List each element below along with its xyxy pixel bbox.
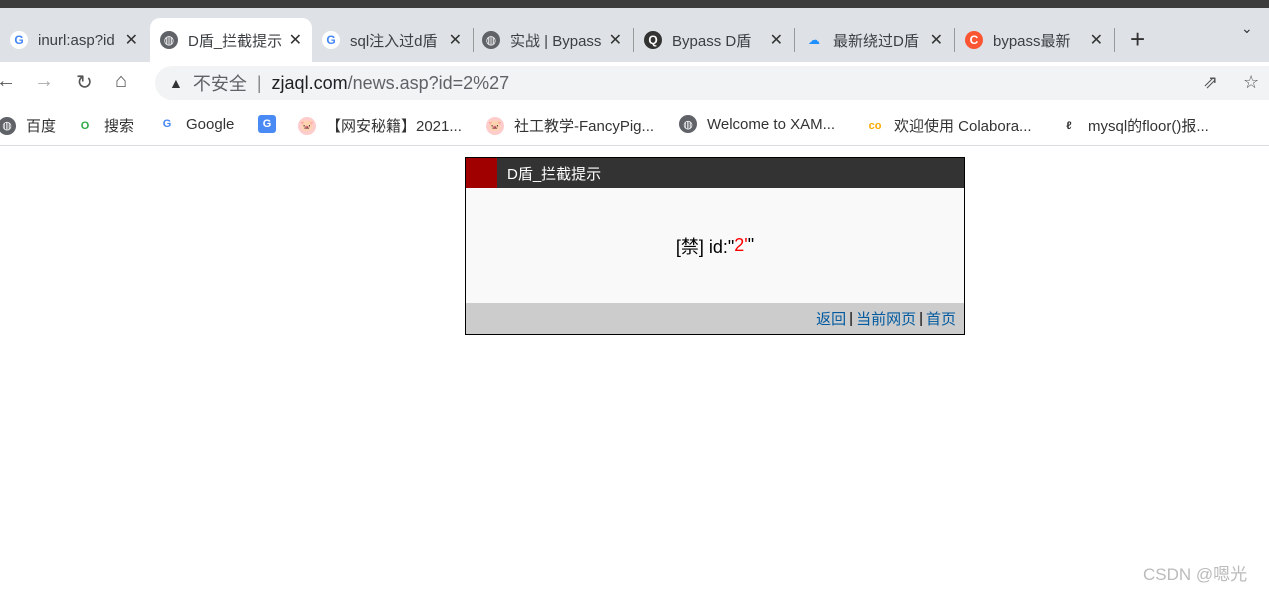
tab-divider bbox=[1114, 28, 1115, 52]
globe-icon: ◍ bbox=[0, 116, 16, 135]
bookmark-item[interactable]: ◍ 百度 bbox=[0, 115, 56, 136]
close-icon[interactable]: ✕ bbox=[770, 30, 783, 50]
pig-icon: 🐷 bbox=[298, 116, 316, 135]
close-icon[interactable]: ✕ bbox=[125, 30, 138, 50]
globe-icon: ◍ bbox=[160, 31, 178, 49]
tab-title: sql注入过d盾 bbox=[350, 32, 438, 50]
url-host: zjaql.com bbox=[271, 72, 348, 93]
close-icon[interactable]: ✕ bbox=[930, 30, 943, 50]
search-logo-icon: O bbox=[80, 119, 90, 132]
blocked-value: 2' bbox=[734, 235, 748, 255]
security-label[interactable]: 不安全 bbox=[193, 70, 247, 96]
tab[interactable]: Ginurl:asp?id ✕ bbox=[0, 18, 148, 62]
new-tab-button[interactable]: + bbox=[1130, 24, 1145, 55]
dialog-body: [禁] id:" 2' " bbox=[466, 188, 964, 303]
tab-title: bypass最新 bbox=[993, 32, 1071, 50]
close-icon[interactable]: ✕ bbox=[609, 30, 622, 50]
csdn-icon: C bbox=[965, 31, 983, 49]
tab-bar: + ⌄ Ginurl:asp?id ✕ ◍ D盾_拦截提示 ✕ Gsql注入过d盾 ✕ ◍ 实战… bbox=[0, 8, 1269, 62]
warning-icon[interactable]: ▲ bbox=[169, 75, 183, 91]
cloud-icon: ☁ bbox=[808, 33, 820, 47]
separator: | bbox=[849, 310, 854, 327]
tab[interactable]: Gsql注入过d盾 ✕ bbox=[312, 18, 472, 62]
bookmark-label: 【网安秘籍】2021... bbox=[326, 118, 462, 135]
star-icon[interactable]: ☆ bbox=[1243, 72, 1259, 93]
tab[interactable]: Cbypass最新 ✕ bbox=[955, 18, 1113, 62]
separator: | bbox=[919, 310, 923, 327]
back-link[interactable]: 返回 bbox=[816, 308, 846, 329]
tab-title: inurl:asp?id bbox=[38, 31, 115, 49]
share-icon[interactable]: ⇗ bbox=[1203, 72, 1218, 93]
close-icon[interactable]: ✕ bbox=[449, 30, 462, 50]
bookmark-item[interactable]: G bbox=[258, 115, 286, 133]
tab[interactable]: ◍ 实战 | Bypass ✕ bbox=[472, 18, 632, 62]
window-top-strip bbox=[0, 0, 1269, 8]
bookmark-item[interactable]: ◍ Welcome to XAM... bbox=[679, 115, 835, 133]
bookmark-label: 搜索 bbox=[104, 118, 135, 135]
back-icon[interactable]: ← bbox=[0, 70, 16, 93]
google-icon: G bbox=[158, 115, 176, 133]
pig-icon: 🐷 bbox=[486, 116, 504, 135]
message-suffix: " bbox=[747, 235, 755, 255]
block-dialog: D盾_拦截提示 [禁] id:" 2' " 返回 | 当前网页 | 首页 bbox=[465, 157, 965, 335]
reload-icon[interactable]: ↻ bbox=[76, 70, 93, 95]
bookmark-label: 欢迎使用 Colabora... bbox=[894, 118, 1032, 135]
url-path: /news.asp?id=2%27 bbox=[347, 72, 510, 93]
tab[interactable]: Q Bypass D盾 ✕ bbox=[634, 18, 793, 62]
bookmark-label: Welcome to XAM... bbox=[707, 115, 836, 133]
home-link[interactable]: 首页 bbox=[926, 308, 956, 329]
translate-icon: G bbox=[258, 115, 276, 133]
address-bar[interactable]: ▲ 不安全 | zjaql.com /news.asp?id=2%27 bbox=[155, 66, 1269, 100]
tab[interactable]: ◍ D盾_拦截提示 ✕ bbox=[150, 18, 312, 62]
watermark: CSDN @嗯光 bbox=[1143, 565, 1248, 584]
site-icon: Q bbox=[644, 31, 662, 49]
close-icon[interactable]: ✕ bbox=[1090, 30, 1103, 50]
google-icon: G bbox=[10, 31, 28, 49]
tab-title: D盾_拦截提示 bbox=[188, 32, 283, 50]
bookmark-item[interactable]: O 搜索 bbox=[76, 115, 134, 136]
message-prefix: [禁] id:" bbox=[675, 236, 735, 257]
dialog-title: D盾_拦截提示 bbox=[507, 165, 602, 183]
home-icon[interactable]: ⌂ bbox=[115, 70, 127, 93]
google-icon: G bbox=[322, 31, 340, 49]
dialog-header: D盾_拦截提示 bbox=[466, 158, 964, 188]
bookmark-item[interactable]: 🐷 【网安秘籍】2021... bbox=[298, 115, 462, 136]
forward-icon[interactable]: → bbox=[34, 70, 54, 93]
close-icon[interactable]: ✕ bbox=[289, 30, 302, 50]
tab-search-chevron-icon[interactable]: ⌄ bbox=[1241, 20, 1253, 37]
globe-icon: ◍ bbox=[482, 31, 500, 49]
bookmark-label: 百度 bbox=[26, 118, 57, 135]
bookmark-item[interactable]: G Google bbox=[158, 115, 234, 133]
bookmark-item[interactable]: ℓ mysql的floor()报... bbox=[1060, 115, 1209, 136]
colab-icon: co bbox=[868, 119, 882, 132]
bookmark-item[interactable]: 🐷 社工教学-FancyPig... bbox=[486, 115, 654, 136]
toolbar: ← → ↻ ⌂ ▲ 不安全 | zjaql.com /news.asp?id=2… bbox=[0, 62, 1269, 104]
accent-block bbox=[466, 158, 497, 188]
bookmark-label: Google bbox=[186, 115, 235, 133]
globe-icon: ◍ bbox=[679, 115, 697, 133]
tab-title: 最新绕过D盾 bbox=[833, 32, 919, 50]
current-page-link[interactable]: 当前网页 bbox=[856, 308, 916, 329]
bookmark-item[interactable]: co 欢迎使用 Colabora... bbox=[866, 115, 1032, 136]
bookmark-label: 社工教学-FancyPig... bbox=[514, 118, 655, 135]
mysql-icon: ℓ bbox=[1066, 119, 1072, 132]
bookmark-label: mysql的floor()报... bbox=[1088, 118, 1209, 135]
tab-title: 实战 | Bypass bbox=[510, 32, 602, 50]
bookmarks-bar: ◍ 百度 O 搜索 G Google G 🐷 【网安秘籍】2021... 🐷 社工教学-FancyP… bbox=[0, 104, 1269, 146]
dialog-footer: 返回 | 当前网页 | 首页 bbox=[466, 303, 964, 334]
tab[interactable]: ☁ 最新绕过D盾 ✕ bbox=[795, 18, 953, 62]
divider: | bbox=[256, 72, 262, 93]
tab-title: Bypass D盾 bbox=[672, 32, 752, 50]
